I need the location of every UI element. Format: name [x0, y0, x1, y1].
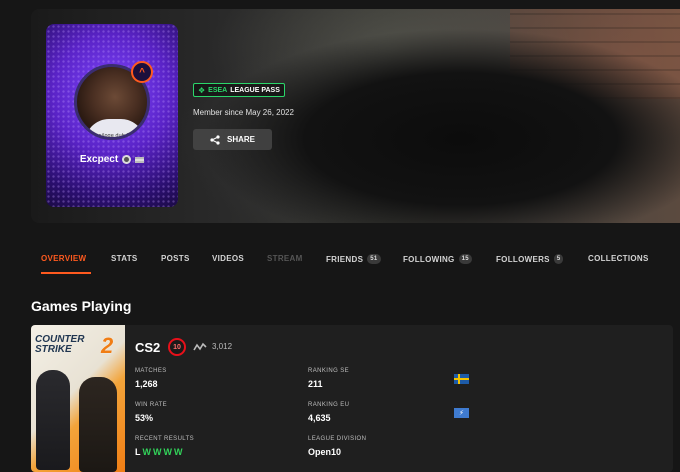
- recent-results: LWWWW: [135, 447, 185, 457]
- game-name: CS2: [135, 340, 161, 355]
- tab-label: POSTS: [161, 254, 190, 263]
- result-win: W: [142, 447, 152, 457]
- matches-label: MATCHES: [135, 368, 167, 374]
- tab-label: VIDEOS: [212, 254, 245, 263]
- username: Excpect: [79, 154, 119, 165]
- sweden-flag-icon: [454, 374, 469, 384]
- followers-count-badge: 5: [553, 254, 564, 264]
- league-pass-icon: ❖: [198, 85, 206, 95]
- tab-following[interactable]: FOLLOWING 15: [403, 254, 472, 264]
- country-flag-icon: [135, 156, 145, 163]
- result-win: W: [153, 447, 162, 457]
- tab-label: OVERVIEW: [41, 254, 87, 263]
- elo-trend-icon: [193, 342, 207, 351]
- skill-level-icon: 10: [168, 338, 186, 356]
- matches-value: 1,268: [135, 379, 158, 389]
- tab-label: STATS: [111, 254, 138, 263]
- result-win: W: [163, 447, 173, 457]
- ranking-se-value: 211: [308, 379, 323, 389]
- result-win: W: [174, 447, 183, 457]
- game-card-cs2[interactable]: COUNTER STRIKE 2 CS2 10 3,012 MATCHES 1,…: [31, 325, 673, 472]
- banner-horse-image: [201, 29, 680, 223]
- cover-soldier-right: [79, 377, 117, 472]
- league-pass-esea: ESEA: [208, 86, 228, 94]
- league-pass-badge[interactable]: ❖ ESEA LEAGUE PASS: [193, 83, 285, 97]
- tab-posts[interactable]: POSTS: [161, 254, 190, 263]
- verified-icon: [122, 155, 132, 164]
- winrate-label: WIN RATE: [135, 402, 168, 408]
- profile-tabs: OVERVIEW STATS POSTS VIDEOS STREAM FRIEN…: [41, 254, 680, 274]
- tab-label: FOLLOWING: [403, 254, 455, 264]
- ranking-eu-label: RANKING EU: [308, 402, 350, 408]
- tab-stream: STREAM: [267, 254, 303, 263]
- tab-overview[interactable]: OVERVIEW: [41, 254, 86, 263]
- section-title: Games Playing: [31, 298, 132, 314]
- username-row: Excpect: [46, 154, 178, 165]
- game-cover-image: COUNTER STRIKE 2: [31, 325, 125, 472]
- avatar-shirt: emeniloge dub bocasi: [85, 119, 145, 137]
- active-tab-indicator: [41, 272, 91, 274]
- result-loss: L: [135, 447, 141, 457]
- ranking-se-label: RANKING SE: [308, 368, 350, 374]
- level-badge-icon: ^: [131, 61, 153, 83]
- league-division-label: LEAGUE DIVISION: [308, 436, 367, 442]
- winrate-value: 53%: [135, 413, 154, 423]
- tab-videos[interactable]: VIDEOS: [212, 254, 244, 263]
- tab-collections[interactable]: COLLECTIONS: [588, 254, 649, 263]
- share-button[interactable]: SHARE: [193, 129, 272, 150]
- europe-region-icon: ⚡: [454, 408, 469, 418]
- tab-label: STREAM: [267, 254, 303, 263]
- tab-stats[interactable]: STATS: [111, 254, 138, 263]
- tab-label: COLLECTIONS: [588, 254, 649, 263]
- cover-number: 2: [101, 333, 114, 358]
- tab-followers[interactable]: FOLLOWERS 5: [496, 254, 564, 264]
- profile-card: emeniloge dub bocasi ^ Excpect: [46, 24, 178, 207]
- cover-soldier-left: [36, 370, 70, 470]
- share-label: SHARE: [226, 135, 255, 144]
- share-icon: [210, 134, 220, 145]
- friends-count-badge: 51: [367, 254, 381, 264]
- tab-label: FOLLOWERS: [496, 254, 550, 264]
- following-count-badge: 15: [458, 254, 472, 264]
- recent-results-label: RECENT RESULTS: [135, 436, 195, 442]
- league-pass-label: LEAGUE PASS: [230, 86, 280, 94]
- elo-value: 3,012: [212, 342, 233, 351]
- tab-friends[interactable]: FRIENDS 51: [326, 254, 381, 264]
- ranking-eu-value: 4,635: [308, 413, 331, 423]
- tab-label: FRIENDS: [326, 254, 364, 264]
- league-division-value: Open10: [308, 447, 342, 457]
- member-since: Member since May 26, 2022: [193, 108, 294, 117]
